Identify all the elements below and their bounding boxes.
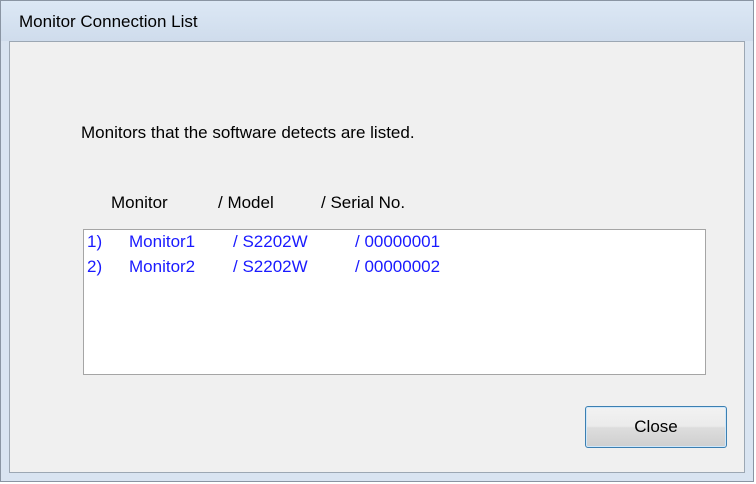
column-header-serial: / Serial No. [321,193,406,212]
list-item[interactable]: 1) Monitor1 / S2202W / 00000001 [84,232,705,254]
dialog-client-area: Monitors that the software detects are l… [9,41,745,473]
list-item-index: 1) [87,232,103,251]
close-button[interactable]: Close [585,406,727,448]
list-item-monitor: Monitor2 [129,257,196,276]
dialog-window: Monitor Connection List Monitors that th… [0,0,754,482]
monitor-listbox[interactable]: 1) Monitor1 / S2202W / 00000001 2) Monit… [83,229,706,375]
list-item[interactable]: 2) Monitor2 / S2202W / 00000002 [84,257,705,279]
column-header-model: / Model [218,193,274,212]
list-item-index: 2) [87,257,103,276]
list-item-serial: / 00000001 [355,232,441,251]
list-item-model: / S2202W [233,257,308,276]
column-header-monitor: Monitor [111,193,168,212]
title-bar[interactable]: Monitor Connection List [1,1,753,41]
instruction-text: Monitors that the software detects are l… [81,123,415,142]
list-item-monitor: Monitor1 [129,232,196,251]
list-item-model: / S2202W [233,232,308,251]
window-title: Monitor Connection List [19,12,198,31]
list-item-serial: / 00000002 [355,257,441,276]
